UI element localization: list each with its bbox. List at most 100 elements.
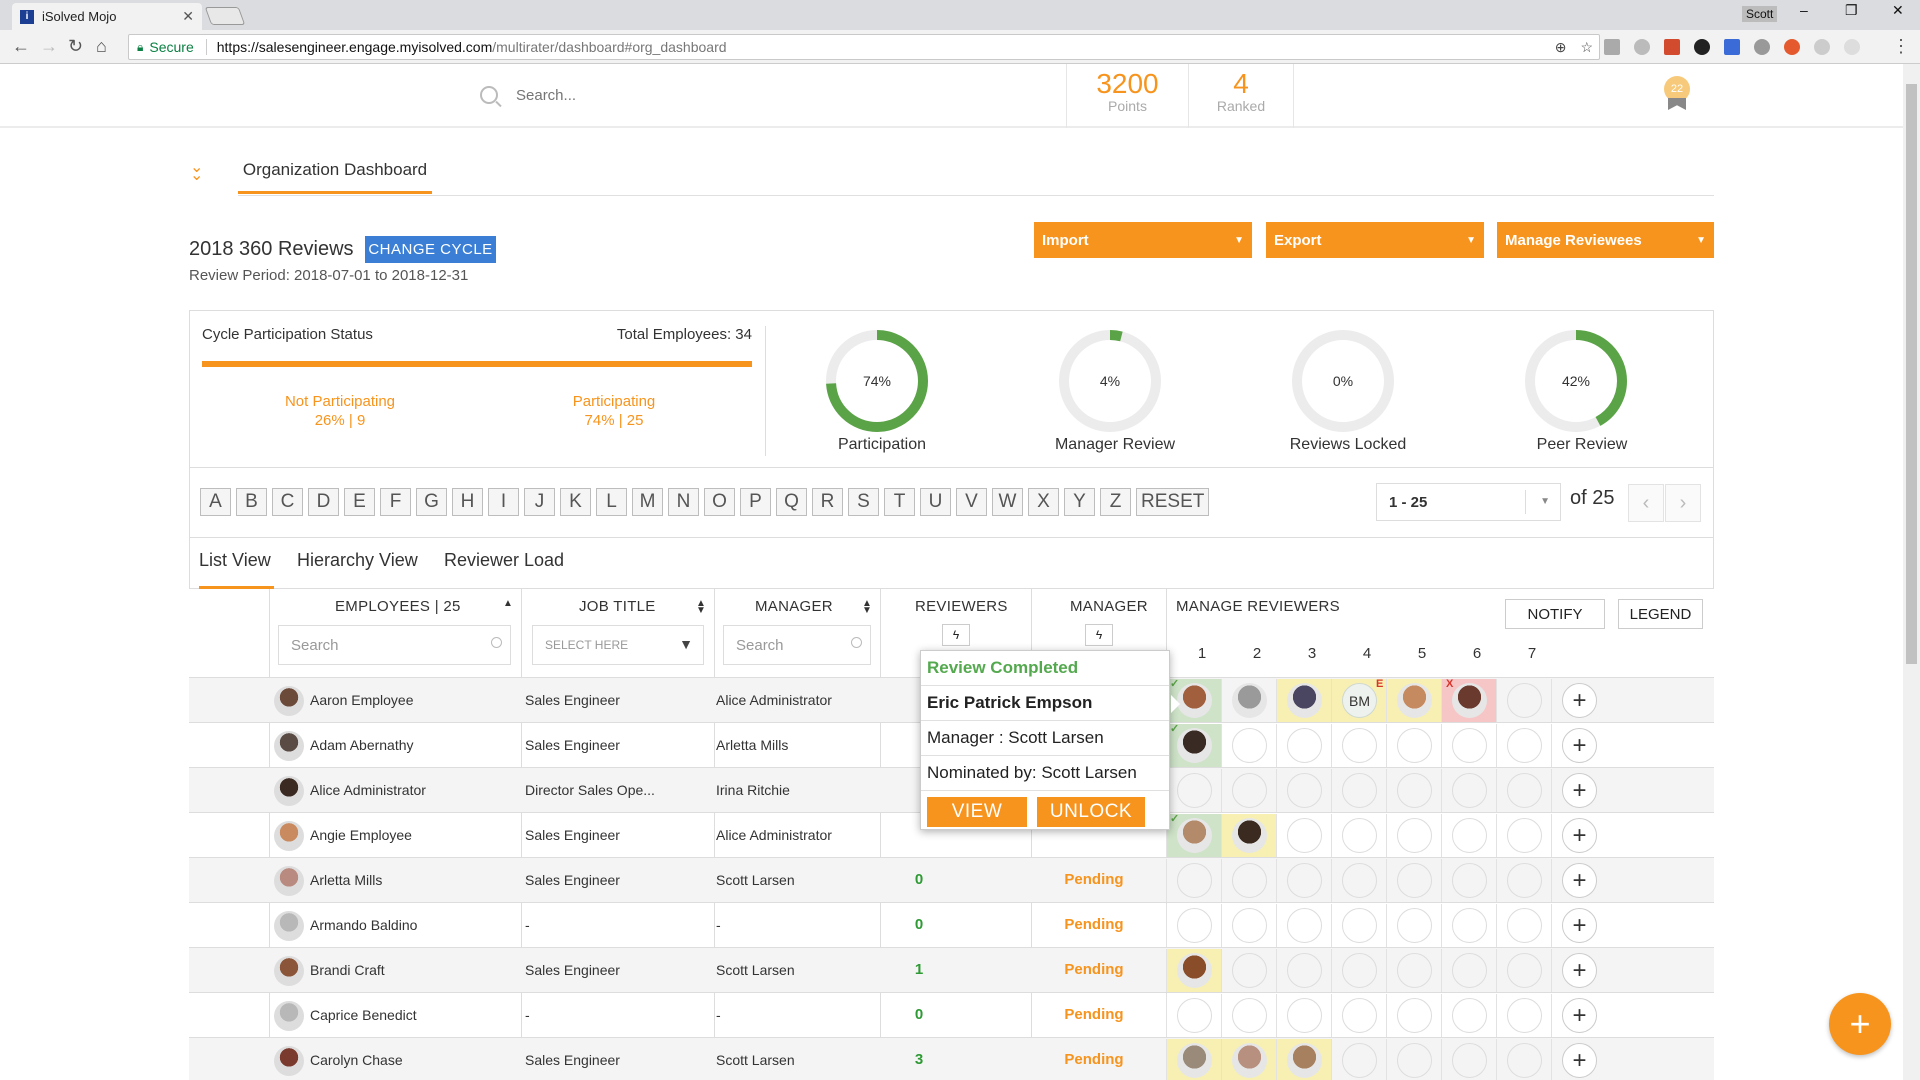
reviewer-slot[interactable] [1331, 949, 1386, 992]
reviewer-slot[interactable] [1331, 994, 1386, 1037]
reviewer-slot[interactable] [1221, 1039, 1276, 1080]
empty-reviewer-slot[interactable] [1342, 728, 1377, 763]
add-reviewer-button[interactable]: + [1562, 818, 1597, 853]
letter-filter-m[interactable]: M [632, 488, 663, 516]
sort-icon[interactable]: ▲ ▼ [862, 599, 872, 616]
empty-reviewer-slot[interactable] [1342, 998, 1377, 1033]
reviewer-initials-avatar[interactable]: BM [1342, 683, 1377, 718]
bookmark-star-icon[interactable]: ☆ [1580, 39, 1593, 56]
add-reviewer-button[interactable]: + [1562, 773, 1597, 808]
extension-icon[interactable] [1784, 39, 1800, 55]
letter-filter-h[interactable]: H [452, 488, 483, 516]
sort-asc-icon[interactable]: ▲ [503, 599, 513, 609]
extension-icon[interactable] [1754, 39, 1770, 55]
zoom-icon[interactable]: ⊕ [1555, 39, 1567, 56]
empty-reviewer-slot[interactable] [1232, 773, 1267, 808]
reviewer-slot[interactable] [1386, 994, 1441, 1037]
extension-icon[interactable] [1844, 39, 1860, 55]
notify-button[interactable]: NOTIFY [1505, 599, 1605, 629]
employee-name[interactable]: Angie Employee [310, 827, 412, 843]
empty-reviewer-slot[interactable] [1287, 998, 1322, 1033]
add-reviewer-slot[interactable]: + [1551, 724, 1606, 767]
reviewer-slot[interactable] [1166, 904, 1221, 947]
letter-filter-t[interactable]: T [884, 488, 915, 516]
letter-filter-e[interactable]: E [344, 488, 375, 516]
empty-reviewer-slot[interactable] [1342, 953, 1377, 988]
letter-filter-u[interactable]: U [920, 488, 951, 516]
add-reviewer-slot[interactable]: + [1551, 859, 1606, 902]
table-row[interactable]: Brandi Craft Sales Engineer Scott Larsen 1 P… [189, 947, 1714, 992]
empty-reviewer-slot[interactable] [1287, 908, 1322, 943]
reviewer-slot[interactable] [1331, 814, 1386, 857]
reviewer-slot[interactable] [1386, 724, 1441, 767]
employee-name[interactable]: Armando Baldino [310, 917, 417, 933]
empty-reviewer-slot[interactable] [1232, 863, 1267, 898]
letter-filter-q[interactable]: Q [776, 488, 807, 516]
tab-reviewer-load[interactable]: Reviewer Load [444, 550, 564, 571]
home-icon[interactable]: ⌂ [96, 36, 107, 57]
add-reviewer-slot[interactable]: + [1551, 949, 1606, 992]
empty-reviewer-slot[interactable] [1507, 818, 1542, 853]
employee-name[interactable]: Alice Administrator [310, 782, 426, 798]
letter-filter-g[interactable]: G [416, 488, 447, 516]
reviewer-slot[interactable] [1386, 679, 1441, 722]
empty-reviewer-slot[interactable] [1287, 818, 1322, 853]
extension-icon[interactable] [1694, 39, 1710, 55]
add-reviewer-button[interactable]: + [1562, 953, 1597, 988]
empty-reviewer-slot[interactable] [1397, 818, 1432, 853]
reviewer-slot[interactable] [1276, 859, 1331, 902]
empty-reviewer-slot[interactable] [1452, 773, 1487, 808]
add-reviewer-slot[interactable]: + [1551, 679, 1606, 722]
job-title-select[interactable]: SELECT HERE ▼ [532, 625, 704, 665]
sort-icon[interactable]: ▲ ▼ [696, 599, 706, 616]
table-row[interactable]: Arletta Mills Sales Engineer Scott Larsen 0… [189, 857, 1714, 902]
empty-reviewer-slot[interactable] [1232, 953, 1267, 988]
empty-reviewer-slot[interactable] [1232, 728, 1267, 763]
reviewer-slot[interactable] [1276, 769, 1331, 812]
reviewer-slot[interactable] [1331, 769, 1386, 812]
reviewer-slot[interactable]: ✓ [1166, 813, 1221, 857]
profile-name[interactable]: Scott [1742, 6, 1778, 22]
employee-name[interactable]: Caprice Benedict [310, 1007, 417, 1023]
empty-reviewer-slot[interactable] [1507, 683, 1542, 718]
reviewer-avatar[interactable] [1177, 728, 1212, 763]
reset-filter-button[interactable]: RESET [1136, 488, 1210, 516]
empty-reviewer-slot[interactable] [1287, 863, 1322, 898]
browser-menu-icon[interactable]: ⋮ [1892, 36, 1910, 57]
reviewer-slot[interactable] [1276, 814, 1331, 857]
reviewer-slot[interactable] [1331, 904, 1386, 947]
add-reviewer-button[interactable]: + [1562, 1043, 1597, 1078]
reviewer-slot[interactable] [1496, 994, 1551, 1037]
global-search-input[interactable] [516, 86, 816, 104]
reviewer-slot[interactable] [1441, 814, 1496, 857]
table-row[interactable]: Carolyn Chase Sales Engineer Scott Larsen 3… [189, 1037, 1714, 1080]
empty-reviewer-slot[interactable] [1452, 863, 1487, 898]
manager-search-field[interactable]: Search [723, 625, 871, 665]
reviewer-avatar[interactable] [1232, 1043, 1267, 1078]
employee-search-field[interactable]: Search [278, 625, 511, 665]
empty-reviewer-slot[interactable] [1452, 998, 1487, 1033]
extension-icon[interactable] [1664, 39, 1680, 55]
reviewer-slot[interactable] [1276, 724, 1331, 767]
browser-tab[interactable]: i iSolved Mojo ✕ [12, 3, 202, 30]
reload-icon[interactable]: ↻ [68, 36, 83, 57]
empty-reviewer-slot[interactable] [1397, 998, 1432, 1033]
reviewer-avatar[interactable] [1177, 953, 1212, 988]
empty-reviewer-slot[interactable] [1507, 998, 1542, 1033]
reviewer-avatar[interactable] [1177, 683, 1212, 718]
add-reviewer-button[interactable]: + [1562, 998, 1597, 1033]
unlock-review-button[interactable]: UNLOCK [1037, 797, 1145, 827]
back-icon[interactable]: ← [12, 36, 30, 57]
reviewer-slot[interactable] [1221, 949, 1276, 992]
reviewer-slot[interactable] [1221, 859, 1276, 902]
reviewer-slot[interactable] [1221, 724, 1276, 767]
empty-reviewer-slot[interactable] [1342, 908, 1377, 943]
reviewer-slot[interactable] [1221, 769, 1276, 812]
reviewer-slot[interactable] [1441, 1039, 1496, 1080]
job-title-header[interactable]: JOB TITLE [579, 598, 656, 615]
reviewer-slot[interactable] [1441, 859, 1496, 902]
table-row[interactable]: Armando Baldino - - 0 Pending + [189, 902, 1714, 947]
letter-filter-d[interactable]: D [308, 488, 339, 516]
letter-filter-p[interactable]: P [740, 488, 771, 516]
reviewer-slot[interactable] [1331, 859, 1386, 902]
